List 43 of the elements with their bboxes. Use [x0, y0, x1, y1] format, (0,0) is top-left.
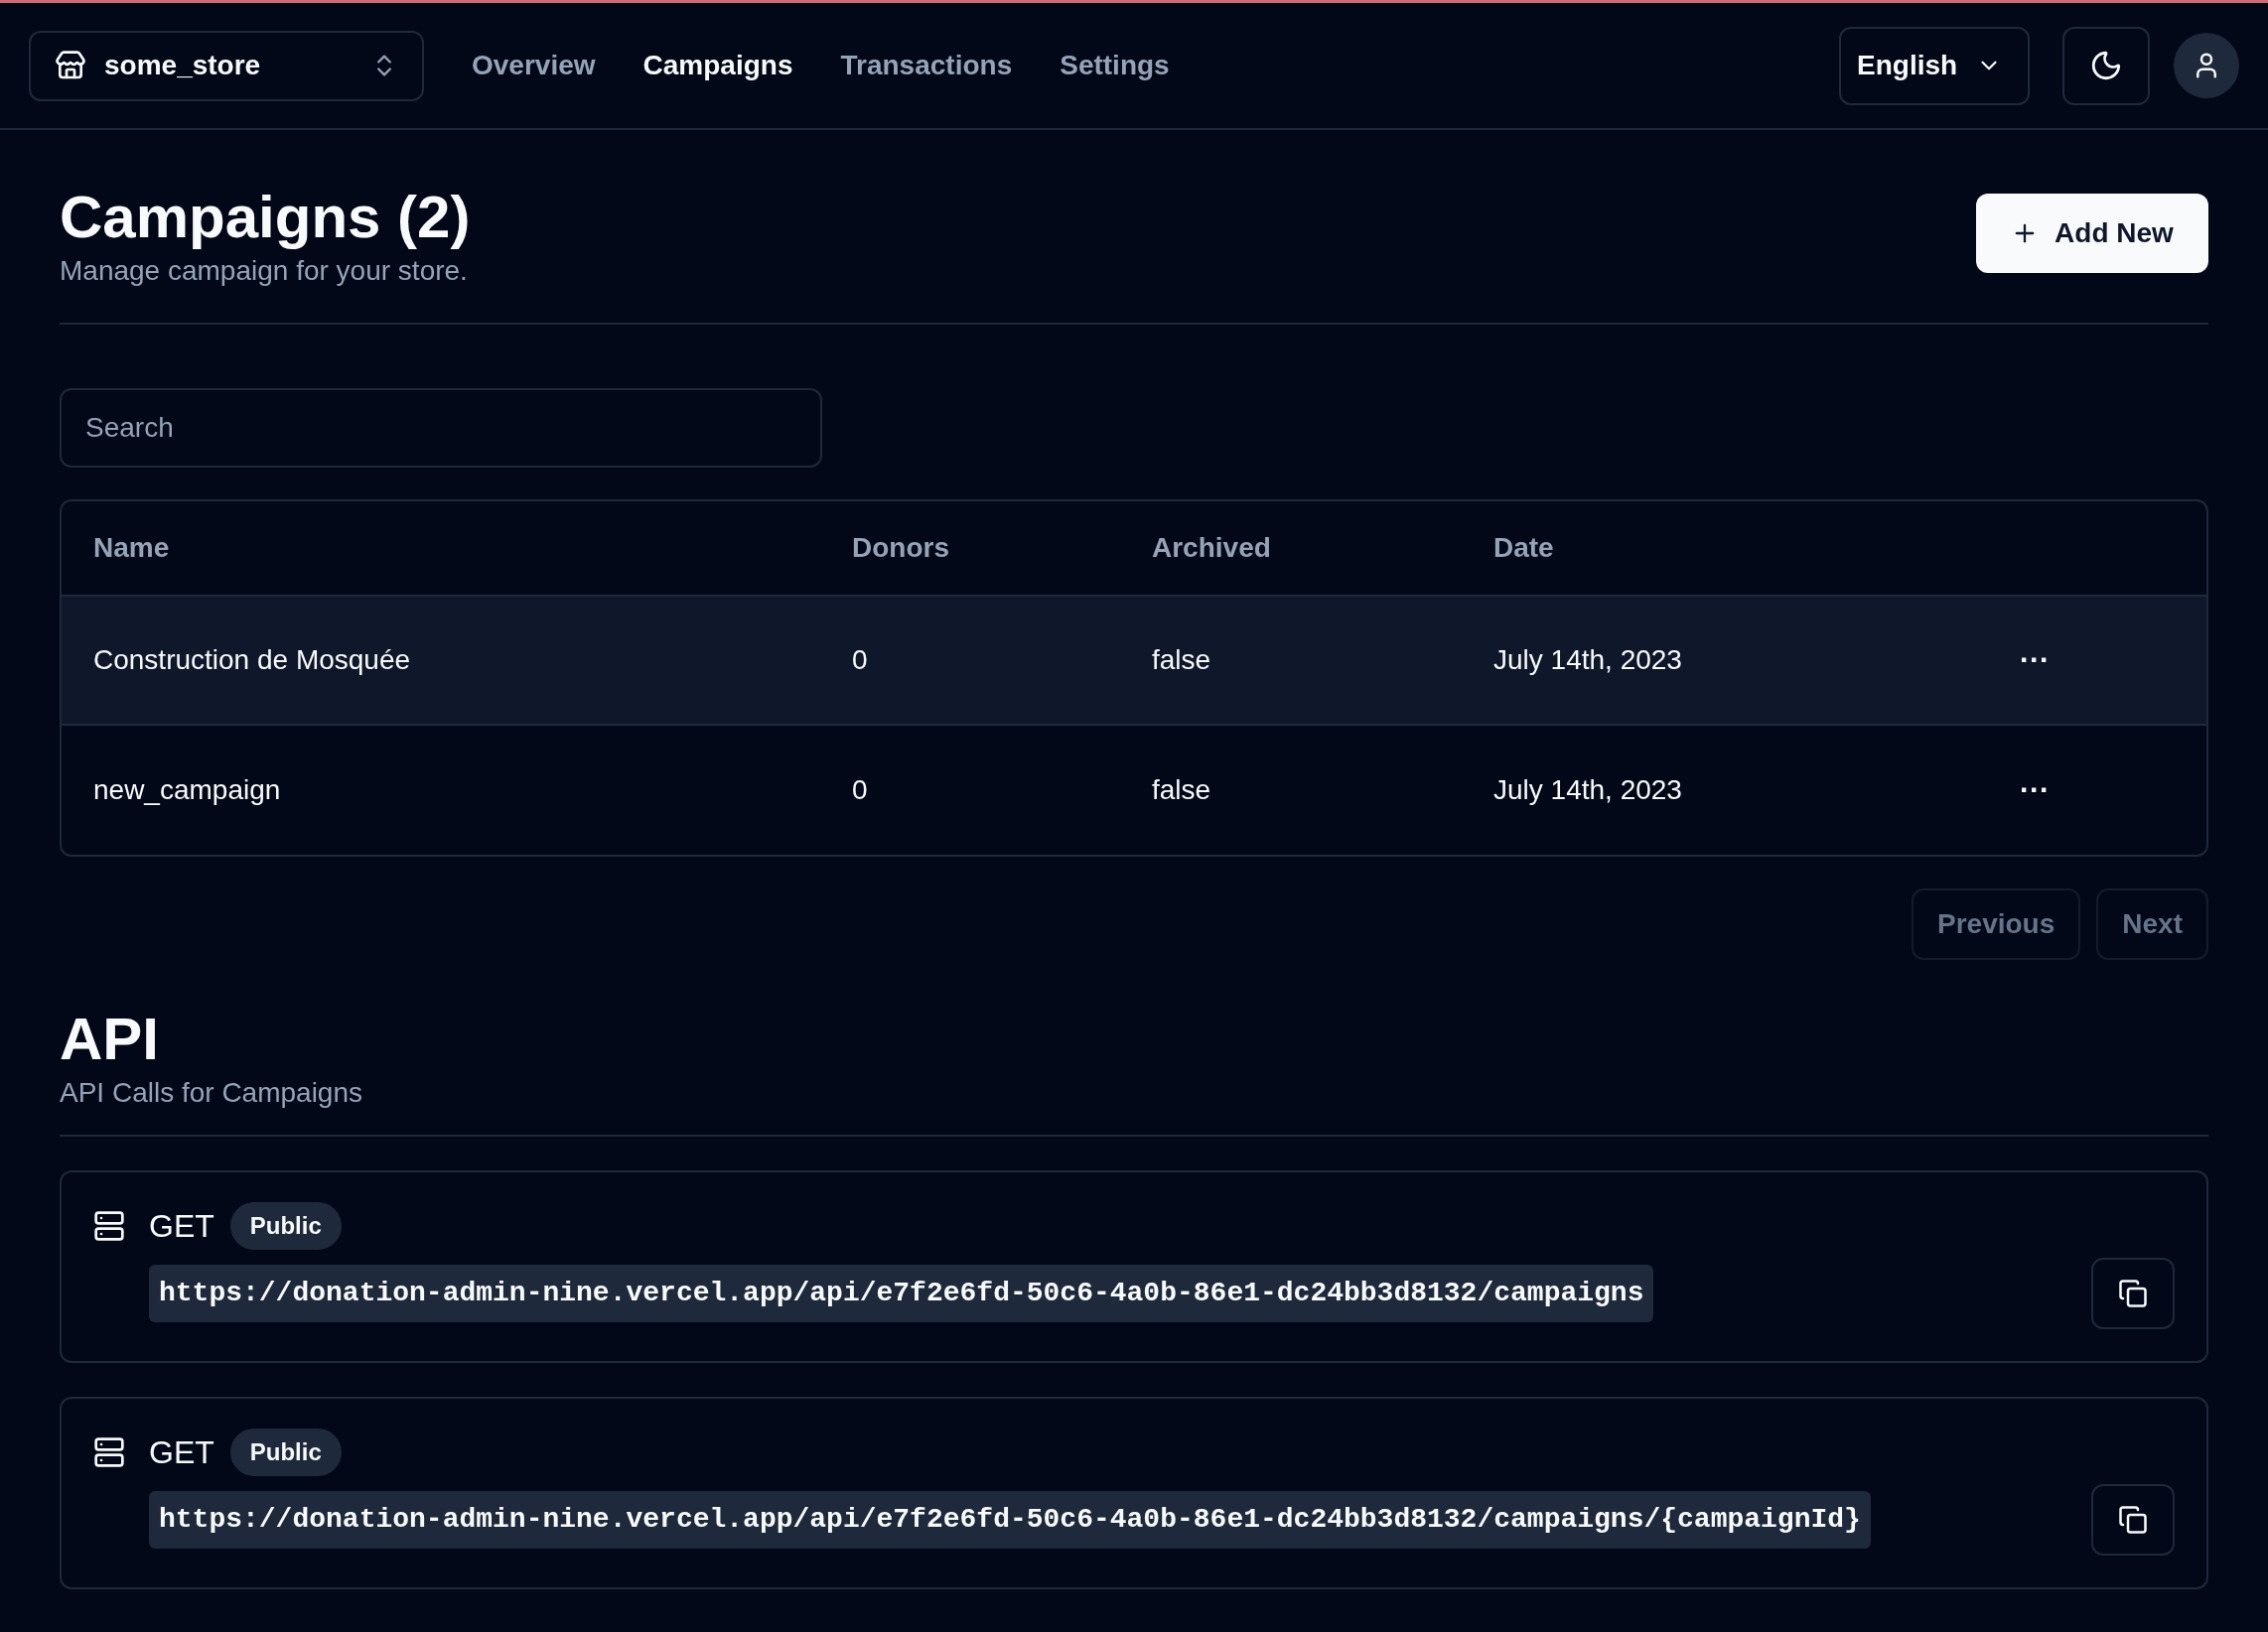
row-actions-button[interactable]: ··· [2020, 775, 2050, 805]
public-badge: Public [229, 1202, 342, 1250]
table-row[interactable]: new_campaign 0 false July 14th, 2023 ··· [62, 726, 2206, 855]
server-icon [93, 1436, 125, 1468]
language-select[interactable]: English [1839, 26, 2030, 105]
section-subtitle: API Calls for Campaigns [60, 1076, 363, 1110]
table-cell-text: new_campaign [93, 773, 282, 807]
table-cell-text: false [1152, 773, 1212, 807]
page-subtitle: Manage campaign for your store. [60, 254, 469, 288]
store-switcher[interactable]: some_store [29, 30, 424, 101]
row-actions-button[interactable]: ··· [2020, 645, 2050, 675]
endpoint-url: https://donation-admin-nine.vercel.app/api/e7f2e6fd-50c6-4a0b-86e1-dc24bb3d8132/campaigns/{campaignId} [149, 1491, 1871, 1549]
column-header: Name [93, 531, 171, 565]
table-cell-text: 0 [852, 773, 869, 807]
moon-icon [2089, 49, 2123, 82]
http-method: GET [149, 1433, 214, 1472]
column-header: Date [1493, 531, 1555, 565]
endpoint-url: https://donation-admin-nine.vercel.app/api/e7f2e6fd-50c6-4a0b-86e1-dc24bb3d8132/campaigns [149, 1265, 1654, 1322]
copy-button[interactable] [2091, 1484, 2175, 1556]
table-cell-text: July 14th, 2023 [1493, 643, 1683, 677]
store-icon [55, 50, 86, 81]
search-field[interactable]: Search [60, 388, 822, 468]
copy-button[interactable] [2091, 1258, 2175, 1329]
page-title: Campaigns (2) [60, 183, 471, 252]
public-badge: Public [229, 1428, 342, 1476]
nav-link[interactable]: Campaigns [642, 45, 793, 86]
table-cell-text: Construction de Mosquée [93, 643, 412, 677]
table-cell-text: false [1152, 643, 1212, 677]
http-method: GET [149, 1207, 214, 1246]
column-header: Donors [852, 531, 950, 565]
nav-link[interactable]: Settings [1060, 45, 1170, 86]
table-row[interactable]: Construction de Mosquée 0 false July 14th, 2023 ··· [62, 597, 2206, 726]
copy-icon [2118, 1279, 2148, 1308]
add-new-button[interactable]: Add New [1976, 194, 2208, 273]
nav-link[interactable]: Overview [472, 45, 596, 86]
copy-icon [2118, 1505, 2148, 1535]
server-icon [93, 1210, 125, 1242]
section-title: API [60, 1005, 161, 1074]
table-cell-text: 0 [852, 643, 869, 677]
column-header: Archived [1152, 531, 1272, 565]
theme-toggle-button[interactable] [2062, 26, 2150, 105]
nav-link[interactable]: Transactions [840, 45, 1013, 86]
table-cell-text: July 14th, 2023 [1493, 773, 1683, 807]
